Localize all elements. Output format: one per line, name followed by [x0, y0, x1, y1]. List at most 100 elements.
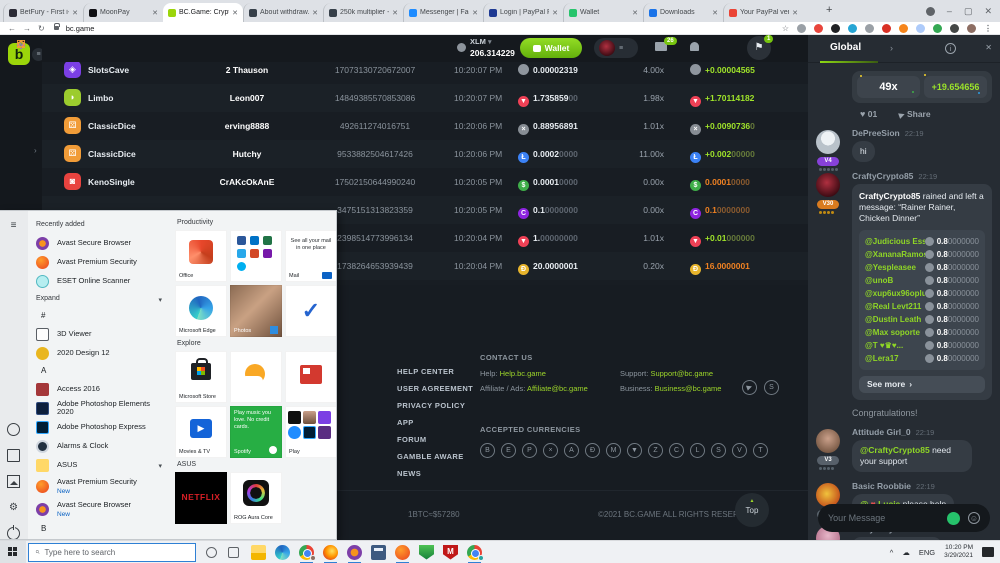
extension-icon[interactable]	[814, 24, 823, 33]
browser-tab[interactable]: Wallet ✕	[563, 3, 643, 22]
new-tab-button[interactable]: +	[826, 4, 832, 16]
tile-edge[interactable]: Microsoft Edge	[175, 285, 227, 337]
recipient-name[interactable]: @Yespleasee	[865, 262, 925, 273]
tab-close-icon[interactable]: ✕	[552, 9, 558, 17]
balance-selector[interactable]: XLM ▾ 206.314229	[457, 37, 515, 58]
tile-spotify[interactable]: Play music you love. No credit cards.Spo…	[230, 406, 282, 458]
start-menu-app-item[interactable]: Avast Secure Browser	[32, 234, 170, 253]
browser-tab[interactable]: Your PayPal verific... ✕	[723, 3, 803, 22]
taskbar-app-icon[interactable]	[275, 545, 290, 560]
browser-tab[interactable]: Downloads ✕	[643, 3, 723, 22]
avatar[interactable]	[816, 173, 840, 197]
start-menu-app-item[interactable]: #	[32, 308, 170, 325]
extension-icon[interactable]	[967, 24, 976, 33]
reload-icon[interactable]: ↻	[38, 24, 45, 33]
pictures-icon[interactable]	[7, 475, 20, 488]
tile-photos[interactable]: Photos	[230, 285, 282, 337]
affiliate-link[interactable]: Affiliate@bc.game	[527, 384, 588, 393]
footer-link[interactable]: FORUM	[397, 435, 473, 444]
footer-link[interactable]: GAMBLE AWARE	[397, 452, 473, 461]
back-to-top-button[interactable]: Top	[735, 493, 769, 527]
documents-icon[interactable]	[7, 449, 20, 462]
tab-close-icon[interactable]: ✕	[72, 9, 78, 17]
start-menu-app-item[interactable]: BlueStacks	[32, 538, 170, 539]
taskbar-app-icon[interactable]: M	[443, 545, 458, 560]
tab-close-icon[interactable]: ✕	[632, 9, 638, 17]
start-menu-app-item[interactable]: Expand ▾	[32, 291, 170, 308]
support-link[interactable]: Support@bc.game	[650, 369, 713, 378]
extension-icon[interactable]	[899, 24, 908, 33]
tray-chevron-icon[interactable]: ^	[890, 548, 894, 557]
tile-todo[interactable]: ✓	[285, 285, 336, 337]
forward-icon[interactable]: →	[23, 24, 31, 33]
start-menu-app-item[interactable]: Access 2016	[32, 380, 170, 399]
account-icon[interactable]	[7, 423, 20, 436]
start-menu-app-item[interactable]: Adobe Photoshop Elements 2020	[32, 399, 170, 418]
bet-row[interactable]: ◙ KenoSingle CrAKcOkAnE 1750215064499024…	[42, 168, 808, 196]
chat-rules-icon[interactable]: i	[945, 43, 956, 54]
taskbar-app-icon[interactable]	[371, 545, 386, 560]
browser-tab[interactable]: Login | PayPal Prep... ✕	[483, 3, 563, 22]
settings-gear-icon[interactable]: ⚙	[7, 501, 20, 514]
browser-menu-icon[interactable]: ⋮	[984, 24, 992, 33]
tab-close-icon[interactable]: ✕	[472, 9, 478, 17]
taskbar-app-icon[interactable]	[395, 545, 410, 560]
taskbar-search[interactable]: ⌕ Type here to search	[28, 543, 196, 562]
extension-icon[interactable]	[848, 24, 857, 33]
tile-microsoft-store[interactable]: Microsoft Store	[175, 351, 227, 403]
user-menu[interactable]: ≡	[594, 38, 638, 58]
rain-coin-icon[interactable]	[947, 512, 960, 525]
footer-link[interactable]: PRIVACY POLICY	[397, 401, 473, 410]
chat-username[interactable]: Attitude Girl_0	[852, 427, 911, 437]
footer-link[interactable]: NEWS	[397, 469, 473, 478]
telegram-icon[interactable]: ▶	[740, 378, 759, 397]
see-more-button[interactable]: See more›	[859, 376, 985, 393]
sidebar-game-icon[interactable]: ✿	[11, 35, 31, 55]
extension-icon[interactable]	[950, 24, 959, 33]
browser-tab[interactable]: BC.Game: Crypto C... ✕	[163, 3, 243, 22]
extension-icon[interactable]	[933, 24, 942, 33]
close-button[interactable]: ✕	[984, 6, 992, 17]
chat-username[interactable]: DePreeSion	[852, 128, 900, 138]
extension-icon[interactable]	[882, 24, 891, 33]
recipient-name[interactable]: @xup6ux96oplu...	[865, 288, 925, 299]
power-icon[interactable]	[7, 527, 20, 540]
footer-link[interactable]: APP	[397, 418, 473, 427]
taskbar-app-icon[interactable]	[467, 545, 482, 560]
tile-movies-tv[interactable]: ▶Movies & TV	[175, 406, 227, 458]
browser-tab[interactable]: Messenger | Face... ✕	[403, 3, 483, 22]
start-menu-app-item[interactable]: 2020 Design 12	[32, 344, 170, 363]
start-menu-app-item[interactable]: Avast Secure BrowserNew	[32, 498, 170, 521]
recipient-name[interactable]: @Max soporte	[865, 327, 925, 338]
chat-room-chevron-icon[interactable]: ›	[890, 43, 893, 53]
lock-icon[interactable]	[54, 26, 59, 30]
recipient-name[interactable]: @Judicious Essie	[865, 236, 925, 247]
recipient-name[interactable]: @Dustin Leath	[865, 314, 925, 325]
business-link[interactable]: Business@bc.game	[655, 384, 722, 393]
recipient-name[interactable]: @Lera17	[865, 353, 925, 364]
tab-close-icon[interactable]: ✕	[232, 9, 238, 17]
action-center-icon[interactable]	[982, 547, 994, 557]
start-menu-app-item[interactable]: Avast Premium SecurityNew	[32, 475, 170, 498]
start-menu-app-item[interactable]: ASUS ▾	[32, 456, 170, 475]
emoji-icon[interactable]: ☺	[968, 512, 980, 524]
language-indicator[interactable]: ENG	[919, 548, 935, 557]
browser-tab[interactable]: MoonPay ✕	[83, 3, 163, 22]
extension-icon[interactable]	[831, 24, 840, 33]
taskbar-app-icon[interactable]	[347, 545, 362, 560]
maximize-button[interactable]: ▢	[964, 6, 973, 17]
start-menu-app-item[interactable]: Avast Premium Security	[32, 253, 170, 272]
chat-close-icon[interactable]: ✕	[985, 43, 992, 52]
start-menu-app-item[interactable]: 3D Viewer	[32, 325, 170, 344]
avatar[interactable]	[816, 130, 840, 154]
tile-rog-aura-core[interactable]: ROG Aura Core	[230, 472, 282, 524]
url-text[interactable]: bc.game	[66, 24, 95, 33]
footer-link[interactable]: USER AGREEMENT	[397, 384, 473, 393]
tile-office-apps[interactable]	[230, 230, 282, 282]
chat-username[interactable]: Basic Roobbie	[852, 481, 911, 491]
extension-icon[interactable]	[916, 24, 925, 33]
skype-icon[interactable]: S	[764, 380, 779, 395]
taskbar-app-icon[interactable]	[323, 545, 338, 560]
minimize-button[interactable]: –	[947, 6, 952, 16]
tile-group-label[interactable]: Productivity	[177, 219, 332, 226]
